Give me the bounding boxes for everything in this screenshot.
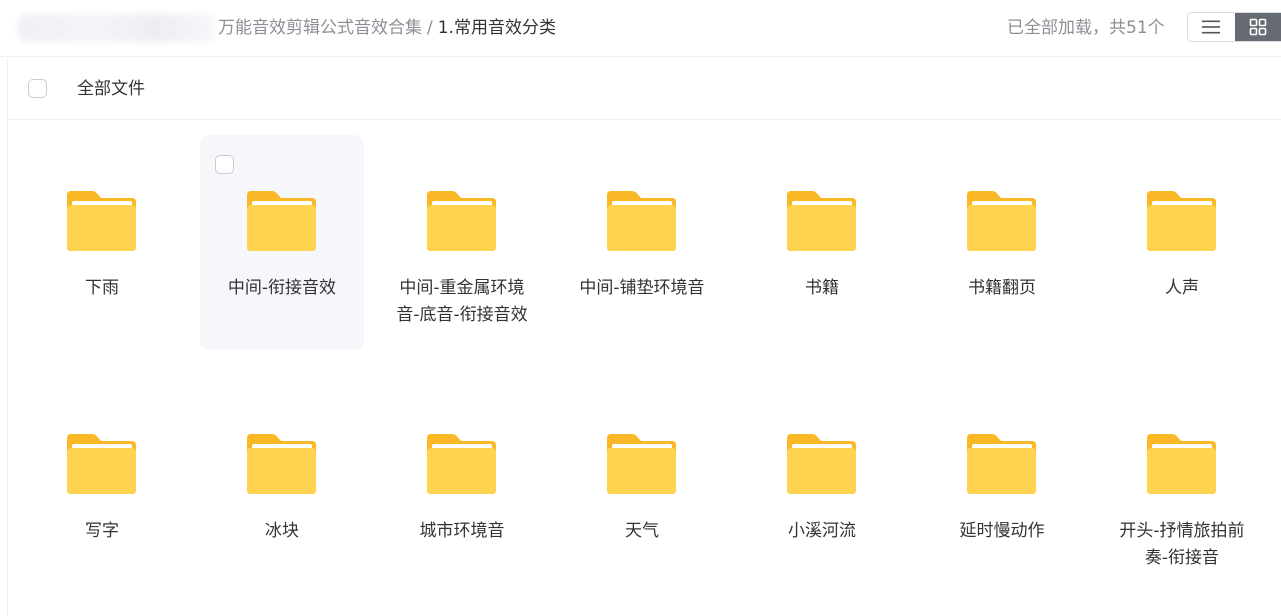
folder-name: 延时慢动作	[959, 521, 1045, 541]
file-list-header: 全部文件	[7, 58, 1281, 120]
folder-item[interactable]: 书籍	[740, 135, 904, 350]
top-bar: 万能音效剪辑公式音效合集/1.常用音效分类 已全部加载，共51个	[0, 0, 1281, 57]
folder-icon	[427, 191, 496, 251]
folder-icon	[967, 434, 1036, 494]
folder-name: 城市环境音	[419, 521, 505, 541]
select-all-label: 全部文件	[77, 79, 145, 99]
select-all-checkbox[interactable]	[28, 79, 47, 98]
list-view-button[interactable]	[1188, 13, 1235, 41]
folder-name: 中间-重金属环境音-底音-衔接音效	[396, 278, 528, 325]
folder-item[interactable]: 下雨	[20, 135, 184, 350]
folder-name: 中间-铺垫环境音	[579, 278, 705, 298]
folder-item[interactable]: 冰块	[200, 378, 364, 593]
folder-item[interactable]: 写字	[20, 378, 184, 593]
folder-name: 开头-抒情旅拍前奏-衔接音	[1119, 521, 1245, 568]
breadcrumb: 万能音效剪辑公式音效合集/1.常用音效分类	[218, 16, 556, 40]
folder-icon	[607, 191, 676, 251]
folder-name: 下雨	[85, 278, 119, 298]
folder-icon	[247, 191, 316, 251]
folder-item[interactable]: 天气	[560, 378, 724, 593]
breadcrumb-current: 1.常用音效分类	[437, 18, 556, 38]
breadcrumb-parent-link[interactable]: 万能音效剪辑公式音效合集	[218, 18, 422, 38]
folder-name: 小溪河流	[788, 521, 856, 541]
breadcrumb-separator: /	[427, 18, 433, 38]
redacted-root-breadcrumb	[18, 14, 214, 42]
list-view-icon	[1202, 20, 1221, 34]
folder-item[interactable]: 中间-铺垫环境音	[560, 135, 724, 350]
folder-icon	[787, 191, 856, 251]
folder-item[interactable]: 人声	[1100, 135, 1264, 350]
folder-item[interactable]: 城市环境音	[380, 378, 544, 593]
folder-name: 人声	[1165, 278, 1199, 298]
folder-name: 书籍	[805, 278, 839, 298]
folder-name: 写字	[85, 521, 119, 541]
folder-icon	[607, 434, 676, 494]
folder-item[interactable]: 中间-衔接音效	[200, 135, 364, 350]
view-toggle	[1187, 12, 1281, 42]
folder-item[interactable]: 小溪河流	[740, 378, 904, 593]
folder-name: 中间-衔接音效	[227, 278, 337, 298]
folder-icon	[1147, 191, 1216, 251]
folder-item[interactable]: 开头-抒情旅拍前奏-衔接音	[1100, 378, 1264, 593]
folder-icon	[67, 191, 136, 251]
folder-item[interactable]: 延时慢动作	[920, 378, 1084, 593]
folder-item[interactable]: 书籍翻页	[920, 135, 1084, 350]
folder-icon	[427, 434, 496, 494]
grid-view-icon	[1249, 18, 1267, 36]
folder-icon	[967, 191, 1036, 251]
folder-icon	[247, 434, 316, 494]
content-left-border	[7, 58, 8, 616]
load-status-text: 已全部加载，共51个	[1007, 18, 1165, 38]
folder-select-checkbox[interactable]	[215, 155, 234, 174]
grid-view-button[interactable]	[1234, 13, 1281, 41]
folder-icon	[1147, 434, 1216, 494]
folder-name: 冰块	[265, 521, 299, 541]
folder-item[interactable]: 中间-重金属环境音-底音-衔接音效	[380, 135, 544, 350]
folder-name: 书籍翻页	[968, 278, 1036, 298]
folder-icon	[67, 434, 136, 494]
folder-icon	[787, 434, 856, 494]
folder-name: 天气	[625, 521, 659, 541]
